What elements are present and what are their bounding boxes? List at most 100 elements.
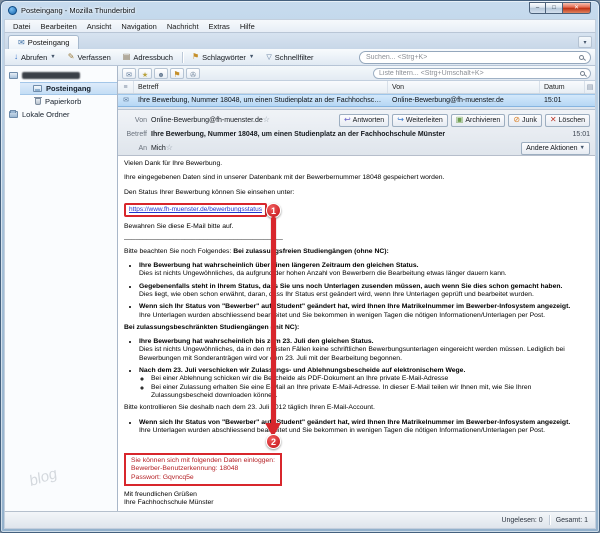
sub-bullet-item: Bei einer Ablehnung schicken wir die Bes… xyxy=(151,375,588,383)
column-header-von[interactable]: Von xyxy=(388,81,540,93)
bullet-list-nc: Ihre Bewerbung hat wahrscheinlich bis zu… xyxy=(139,338,588,400)
compose-button[interactable]: Verfassen xyxy=(63,51,116,64)
search-icon[interactable] xyxy=(579,54,584,60)
filter-tag-button[interactable] xyxy=(170,67,184,79)
list-filter-input[interactable] xyxy=(379,69,577,77)
sidebar-item-papierkorb[interactable]: Papierkorb xyxy=(20,95,117,108)
main-pane: Betreff Von Datum Ihre Bewerbung, Nummer… xyxy=(118,66,595,511)
person-icon xyxy=(157,65,164,81)
total-count: Gesamt: 1 xyxy=(555,516,588,524)
menu-extras[interactable]: Extras xyxy=(204,21,235,32)
global-search-input[interactable] xyxy=(366,53,575,61)
trash-icon xyxy=(34,97,42,105)
maximize-button[interactable]: □ xyxy=(546,2,563,14)
menu-navigation[interactable]: Navigation xyxy=(116,21,161,32)
chevron-down-icon[interactable]: ▼ xyxy=(249,54,254,60)
thread-column-header[interactable] xyxy=(118,81,134,93)
menu-datei[interactable]: Datei xyxy=(8,21,36,32)
subject-label: Betreff xyxy=(126,131,148,139)
row-from: Online-Bewerbung@fh-muenster.de xyxy=(392,97,504,104)
unread-count: Ungelesen: 0 xyxy=(501,516,543,524)
chevron-down-icon[interactable]: ▼ xyxy=(50,54,55,60)
close-button[interactable]: ✕ xyxy=(563,2,591,14)
column-header-betreff[interactable]: Betreff xyxy=(134,81,388,93)
bullet-rest: Dies ist nichts Ungewöhnliches, da in de… xyxy=(139,346,565,362)
tab-label: Posteingang xyxy=(27,38,70,47)
filter-attachment-button[interactable] xyxy=(186,67,200,79)
get-mail-button[interactable]: Abrufen ▼ xyxy=(9,51,61,64)
bullet-item: Ihre Bewerbung hat wahrscheinlich bis zu… xyxy=(139,338,588,363)
bullet-rest: Dies ist nichts Ungewöhnliches, da aufgr… xyxy=(139,270,507,278)
bullet-item: Wenn sich Ihr Status von "Bewerber" auf … xyxy=(139,419,588,436)
status-bar: Ungelesen: 0 Gesamt: 1 xyxy=(4,511,596,529)
star-recipient-icon[interactable] xyxy=(166,144,173,152)
bullet-item: Nach dem 23. Juli verschicken wir Zulass… xyxy=(139,367,588,400)
bullet-lead: Wenn sich Ihr Status von "Bewerber" auf … xyxy=(139,303,571,311)
title-bar: Posteingang - Mozilla Thunderbird – □ ✕ xyxy=(1,2,599,19)
other-actions-button[interactable]: Andere Aktionen ▼ xyxy=(521,141,590,155)
bullet-item: Wenn sich Ihr Status von "Bewerber" auf … xyxy=(139,303,588,320)
tab-list-button[interactable]: ▾ xyxy=(578,36,592,48)
filter-unread-button[interactable] xyxy=(122,67,136,79)
app-window: Posteingang - Mozilla Thunderbird – □ ✕ … xyxy=(0,0,600,533)
to-value[interactable]: Mich xyxy=(151,145,166,152)
menu-nachricht[interactable]: Nachricht xyxy=(162,21,204,32)
list-filter-box xyxy=(373,67,591,79)
global-search-box xyxy=(359,50,591,64)
login-intro: Sie können sich mit folgenden Daten einl… xyxy=(131,457,275,465)
status-link[interactable]: https://www.fh-muenster.de/bewerbungssta… xyxy=(129,206,262,213)
message-list-row[interactable]: Ihre Bewerbung, Nummer 18048, um einen S… xyxy=(118,94,595,107)
toolbar-separator xyxy=(181,51,183,63)
junk-icon xyxy=(513,116,520,124)
from-label: Von xyxy=(134,116,147,124)
delete-button[interactable]: Löschen xyxy=(544,113,590,127)
menu-bar: Datei Bearbeiten Ansicht Navigation Nach… xyxy=(4,19,596,33)
menu-hilfe[interactable]: Hilfe xyxy=(235,21,260,32)
login-password: Passwort: Gqvncq5e xyxy=(131,473,194,481)
bullet-rest: Ihre Unterlagen wurden abschliessend bea… xyxy=(139,311,546,319)
tag-icon xyxy=(192,53,199,61)
minimize-button[interactable]: – xyxy=(529,2,546,14)
sidebar-item-account[interactable] xyxy=(5,69,117,82)
folder-icon xyxy=(9,110,18,118)
filter-starred-button[interactable] xyxy=(138,67,152,79)
sidebar-item-lokale-ordner[interactable]: Lokale Ordner xyxy=(5,108,117,121)
bullet-lead: Nach dem 23. Juli verschicken wir Zulass… xyxy=(139,367,466,375)
columns-icon xyxy=(587,84,594,91)
menu-ansicht[interactable]: Ansicht xyxy=(82,21,117,32)
sidebar-item-posteingang[interactable]: Posteingang xyxy=(20,82,117,95)
column-header-datum[interactable]: Datum xyxy=(540,81,585,93)
filter-contact-button[interactable] xyxy=(154,65,168,81)
menu-bearbeiten[interactable]: Bearbeiten xyxy=(36,21,82,32)
column-picker-button[interactable] xyxy=(585,81,595,93)
archive-button[interactable]: Archivieren xyxy=(450,113,506,127)
forward-button[interactable]: Weiterleiten xyxy=(392,113,448,127)
bullet-lead: Ihre Bewerbung hat wahrscheinlich über e… xyxy=(139,262,419,270)
message-actions: Antworten Weiterleiten Archivieren Junk … xyxy=(338,113,590,127)
tags-button[interactable]: Schlagwörter ▼ xyxy=(187,51,259,64)
sub-bullet-list: Bei einer Ablehnung schicken wir die Bes… xyxy=(151,375,588,400)
statusbar-separator xyxy=(548,515,550,525)
body-paragraph: Bitte kontrollieren Sie deshalb nach dem… xyxy=(124,404,375,412)
sub-bullet-item: Bei einer Zulassung erhalten Sie eine E-… xyxy=(151,384,588,401)
from-value[interactable]: Online-Bewerbung@fh-muenster.de xyxy=(151,117,263,124)
thread-icon xyxy=(123,84,127,91)
message-list-header: Betreff Von Datum xyxy=(118,81,595,94)
reply-button[interactable]: Antworten xyxy=(338,113,390,127)
bullet-list-free: Ihre Bewerbung hat wahrscheinlich über e… xyxy=(139,262,588,320)
address-book-button[interactable]: Adressbuch xyxy=(118,51,178,64)
reply-icon xyxy=(344,116,351,124)
caption-buttons: – □ ✕ xyxy=(529,2,591,14)
compose-label: Verfassen xyxy=(77,52,111,62)
row-date: 15:01 xyxy=(544,97,562,104)
row-subject: Ihre Bewerbung, Nummer 18048, um einen S… xyxy=(138,97,388,104)
junk-button[interactable]: Junk xyxy=(508,113,542,127)
body-paragraph: Bewahren Sie diese E-Mail bitte auf. xyxy=(124,223,234,231)
quick-filter-button[interactable]: Schnellfilter xyxy=(261,51,318,64)
tab-posteingang[interactable]: Posteingang xyxy=(8,35,80,49)
bullet-lead: Ihre Bewerbung hat wahrscheinlich bis zu… xyxy=(139,338,374,346)
local-folders-label: Lokale Ordner xyxy=(22,110,70,119)
star-sender-icon[interactable] xyxy=(263,116,270,124)
account-name-redacted xyxy=(22,72,80,79)
